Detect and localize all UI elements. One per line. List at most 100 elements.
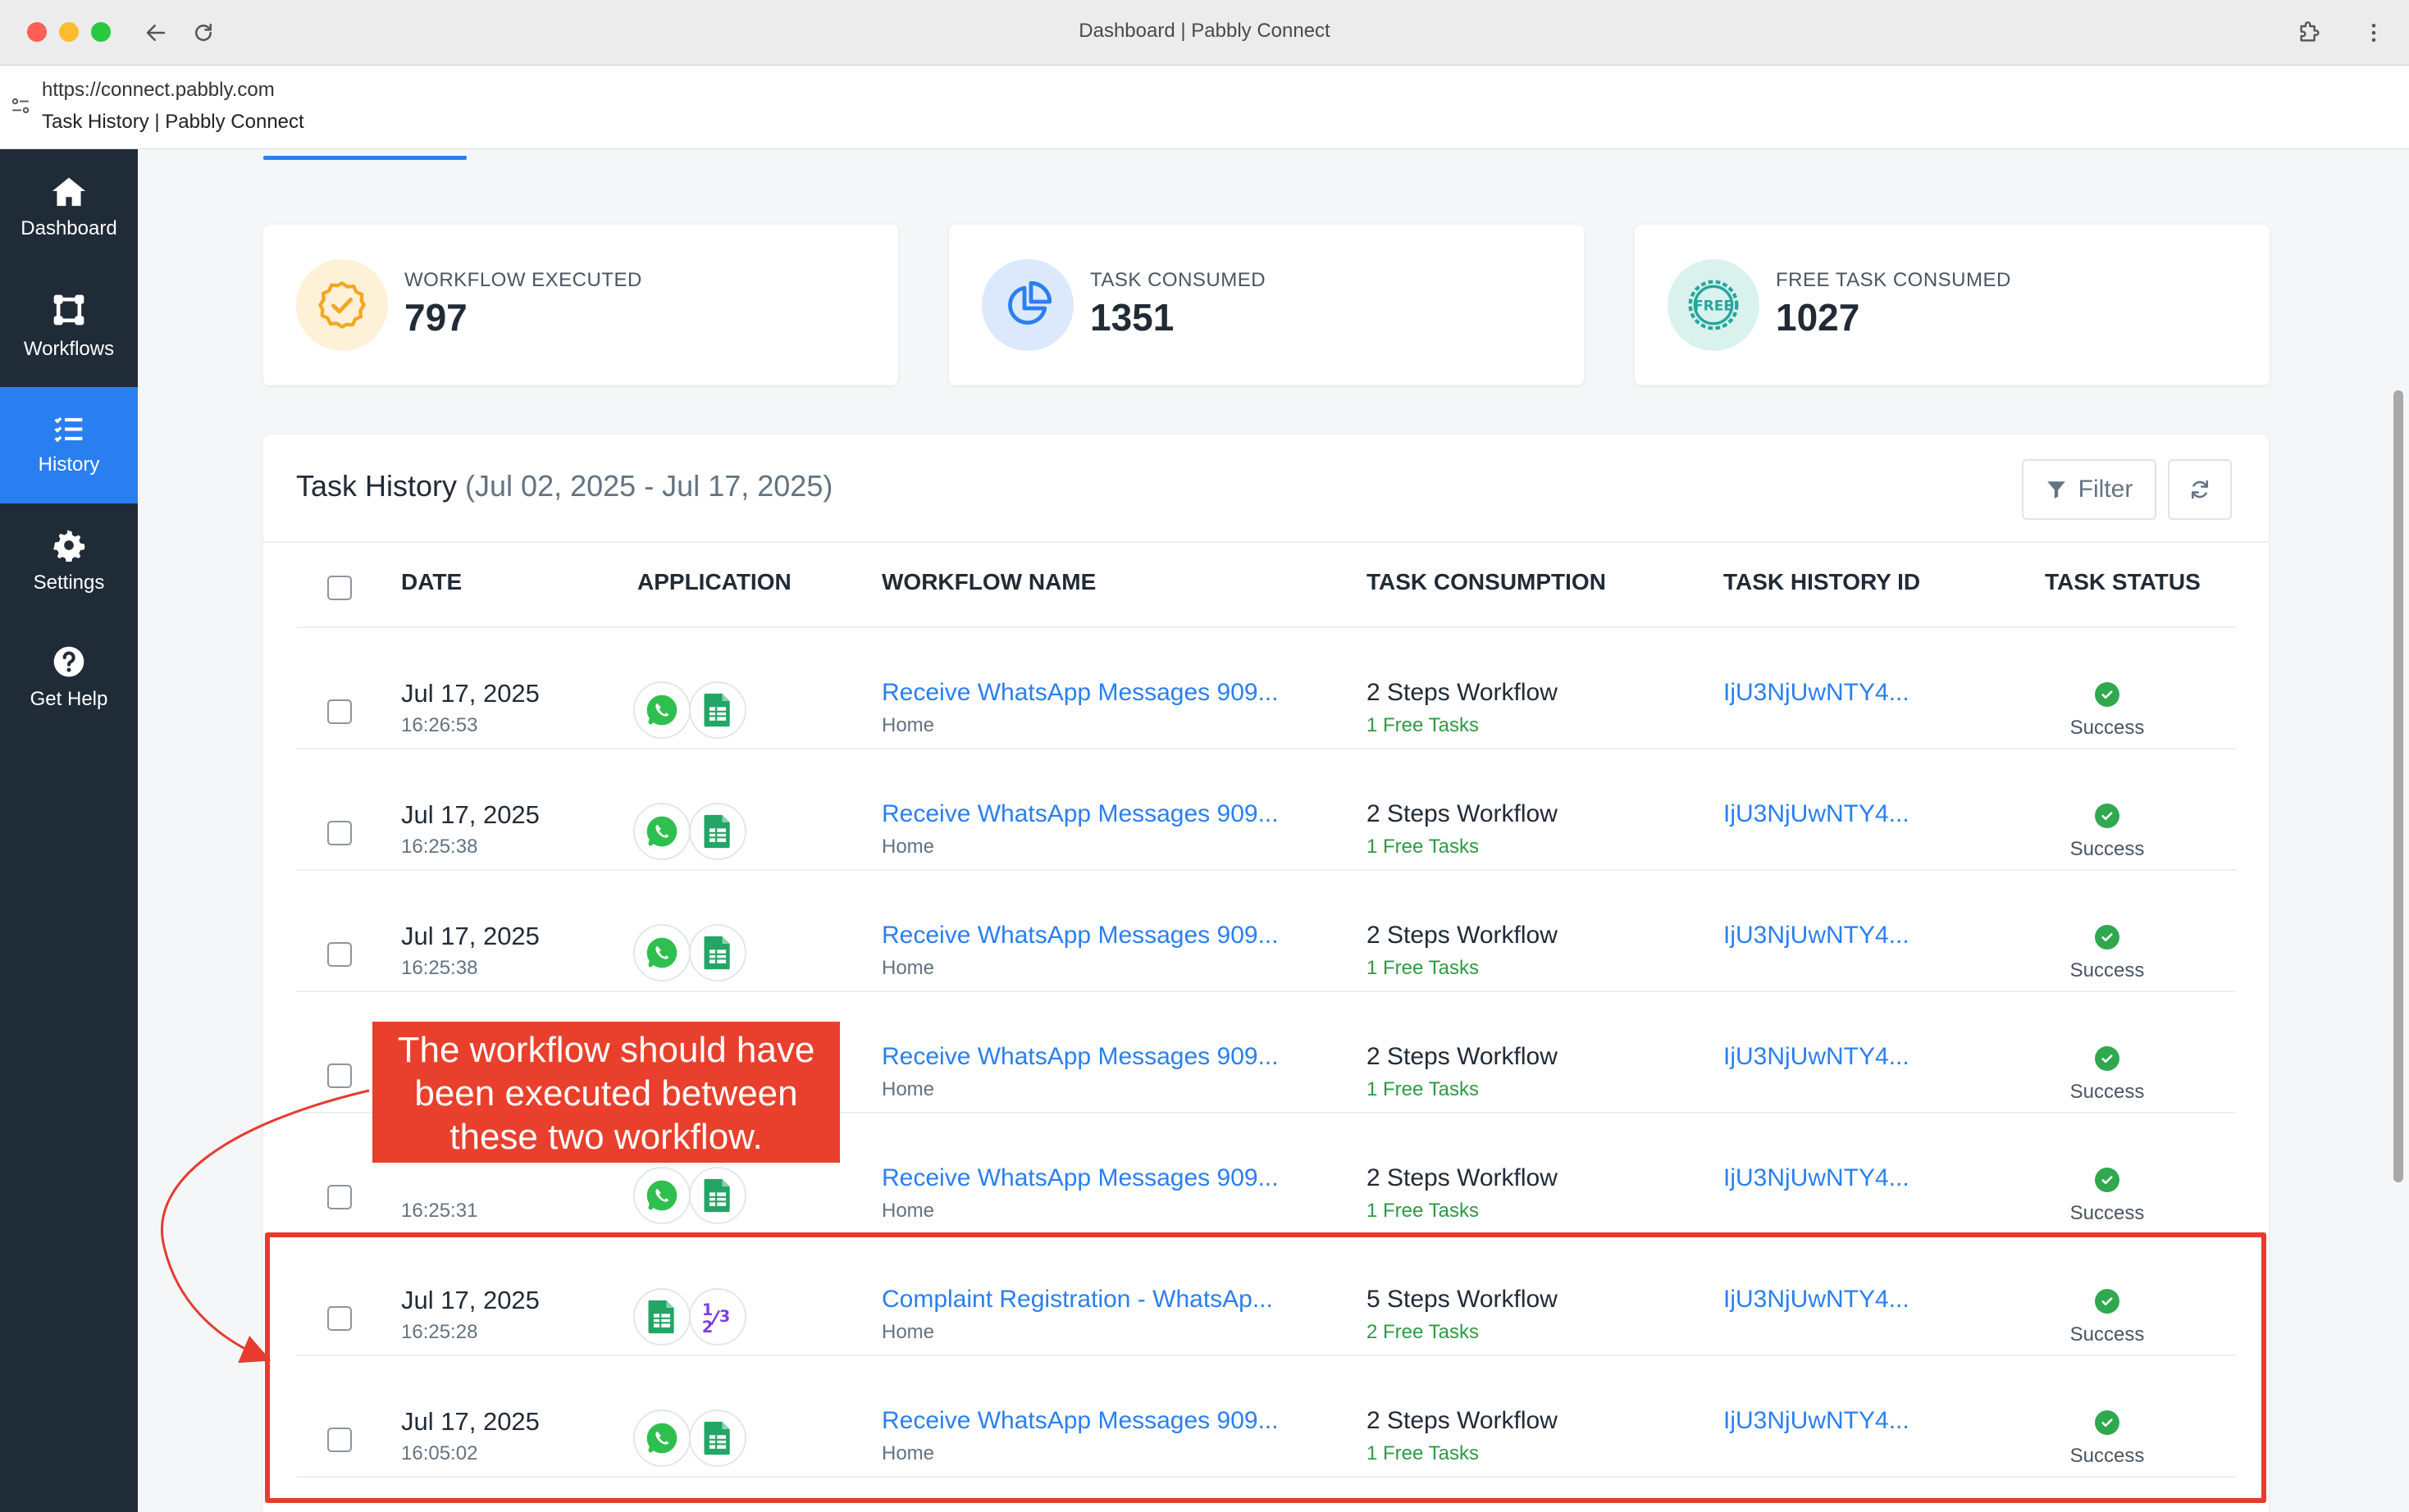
column-header-workflow-name[interactable]: WORKFLOW NAME xyxy=(882,569,1096,595)
sidebar-item-get-help[interactable]: Get Help xyxy=(0,620,138,736)
url-text[interactable]: https://connect.pabbly.com xyxy=(42,79,275,102)
stat-label: WORKFLOW EXECUTED xyxy=(404,269,642,291)
refresh-button[interactable] xyxy=(2168,459,2232,520)
title-text: Task History xyxy=(296,469,458,503)
refresh-icon xyxy=(2191,480,2209,499)
task-history-id-link[interactable]: IjU3NjUwNTY4... xyxy=(1723,922,1909,950)
row-time: 16:25:38 xyxy=(401,957,478,979)
stat-label: FREE TASK CONSUMED xyxy=(1776,269,2011,291)
pie-chart-icon xyxy=(982,259,1074,351)
success-check-icon xyxy=(2095,804,2119,828)
workflow-folder: Home xyxy=(882,1200,935,1222)
divider xyxy=(263,541,2269,543)
sidebar-item-workflows[interactable]: Workflows xyxy=(0,268,138,385)
stat-card-free-task-consumed: FREE FREE TASK CONSUMED 1027 xyxy=(1635,225,2270,385)
status-text: Success xyxy=(2069,838,2145,860)
stat-value: 797 xyxy=(404,296,468,339)
sidebar-item-label: Settings xyxy=(33,572,105,594)
row-checkbox[interactable] xyxy=(327,1185,352,1209)
google-sheets-icon xyxy=(689,681,746,739)
more-menu-icon[interactable] xyxy=(2356,15,2392,51)
row-time: 16:25:31 xyxy=(401,1200,478,1222)
extensions-icon[interactable] xyxy=(2291,15,2327,51)
row-checkbox[interactable] xyxy=(327,942,352,967)
date-range: (Jul 02, 2025 - Jul 17, 2025) xyxy=(465,469,833,503)
help-icon xyxy=(53,646,84,677)
task-history-id-link[interactable]: IjU3NjUwNTY4... xyxy=(1723,1043,1909,1071)
annotation-callout: The workflow should have been executed b… xyxy=(372,1022,840,1163)
sidebar-item-label: Get Help xyxy=(30,688,108,710)
task-history-title: Task History (Jul 02, 2025 - Jul 17, 202… xyxy=(296,469,833,503)
row-checkbox[interactable] xyxy=(327,821,352,845)
annotation-highlight-box xyxy=(265,1232,2266,1503)
steps-count: 2 Steps Workflow xyxy=(1366,1043,1558,1070)
sidebar-item-label: Dashboard xyxy=(21,217,117,239)
badge-check-icon xyxy=(296,259,388,351)
task-history-id-link[interactable]: IjU3NjUwNTY4... xyxy=(1723,800,1909,828)
stat-card-workflow-executed: WORKFLOW EXECUTED 797 xyxy=(263,225,898,385)
sidebar-item-history[interactable]: History xyxy=(0,387,138,503)
sidebar-item-dashboard[interactable]: Dashboard xyxy=(0,149,138,266)
row-checkbox[interactable] xyxy=(327,1063,352,1088)
stat-value: 1351 xyxy=(1090,296,1175,339)
steps-count: 2 Steps Workflow xyxy=(1366,800,1558,827)
page-scrollbar[interactable] xyxy=(2393,390,2403,1182)
workflow-name-link[interactable]: Receive WhatsApp Messages 909... xyxy=(882,800,1279,828)
whatsapp-icon xyxy=(633,803,691,860)
workflow-name-link[interactable]: Receive WhatsApp Messages 909... xyxy=(882,922,1279,950)
window-title: Dashboard | Pabbly Connect xyxy=(1079,20,1330,42)
google-sheets-icon xyxy=(689,924,746,981)
free-icon: FREE xyxy=(1668,259,1759,351)
browser-titlebar: Dashboard | Pabbly Connect xyxy=(0,0,2409,66)
stat-card-task-consumed: TASK CONSUMED 1351 xyxy=(949,225,1584,385)
task-history-id-link[interactable]: IjU3NjUwNTY4... xyxy=(1723,1164,1909,1192)
success-check-icon xyxy=(2095,925,2119,950)
column-header-date[interactable]: DATE xyxy=(401,569,462,595)
success-check-icon xyxy=(2095,682,2119,707)
filter-button[interactable]: Filter xyxy=(2022,459,2156,520)
row-checkbox[interactable] xyxy=(327,699,352,724)
column-header-task-history-id[interactable]: TASK HISTORY ID xyxy=(1723,569,1920,595)
sidebar-item-label: Workflows xyxy=(23,338,115,360)
filter-icon xyxy=(2046,481,2065,499)
status-text: Success xyxy=(2069,1202,2145,1224)
column-header-application[interactable]: APPLICATION xyxy=(637,569,792,595)
home-icon xyxy=(52,177,85,207)
google-sheets-icon xyxy=(689,1167,746,1224)
workflow-icon xyxy=(53,294,84,326)
column-header-task-status[interactable]: TASK STATUS xyxy=(2045,569,2201,595)
workflow-folder: Home xyxy=(882,836,935,858)
status-text: Success xyxy=(2069,717,2145,739)
workflow-name-link[interactable]: Receive WhatsApp Messages 909... xyxy=(882,1043,1279,1071)
free-tasks: 1 Free Tasks xyxy=(1366,714,1479,736)
divider xyxy=(296,991,2236,992)
free-tasks: 1 Free Tasks xyxy=(1366,836,1479,858)
whatsapp-icon xyxy=(633,924,691,981)
status-text: Success xyxy=(2069,1081,2145,1103)
row-date: Jul 17, 2025 xyxy=(401,679,540,708)
workflow-folder: Home xyxy=(882,1078,935,1100)
steps-count: 2 Steps Workflow xyxy=(1366,1164,1558,1191)
filter-label: Filter xyxy=(2078,476,2133,503)
sidebar-item-settings[interactable]: Settings xyxy=(0,503,138,620)
list-icon xyxy=(54,417,83,443)
url-bar[interactable] xyxy=(0,66,2409,149)
google-sheets-icon xyxy=(689,803,746,860)
row-time: 16:25:38 xyxy=(401,836,478,858)
column-header-task-consumption[interactable]: TASK CONSUMPTION xyxy=(1366,569,1606,595)
select-all-checkbox[interactable] xyxy=(327,576,352,600)
divider xyxy=(296,748,2236,749)
stat-label: TASK CONSUMED xyxy=(1090,269,1266,291)
site-settings-icon[interactable] xyxy=(10,95,31,121)
task-history-id-link[interactable]: IjU3NjUwNTY4... xyxy=(1723,679,1909,707)
svg-text:FREE: FREE xyxy=(1694,298,1733,315)
free-tasks: 1 Free Tasks xyxy=(1366,1078,1479,1100)
row-date: Jul 17, 2025 xyxy=(401,800,540,829)
workflow-name-link[interactable]: Receive WhatsApp Messages 909... xyxy=(882,679,1279,707)
whatsapp-icon xyxy=(633,681,691,739)
free-tasks: 1 Free Tasks xyxy=(1366,957,1479,979)
workflow-name-link[interactable]: Receive WhatsApp Messages 909... xyxy=(882,1164,1279,1192)
workflow-folder: Home xyxy=(882,714,935,736)
active-tab-indicator xyxy=(263,156,467,160)
sidebar: Dashboard Workflows History Settings Get… xyxy=(0,149,138,1512)
